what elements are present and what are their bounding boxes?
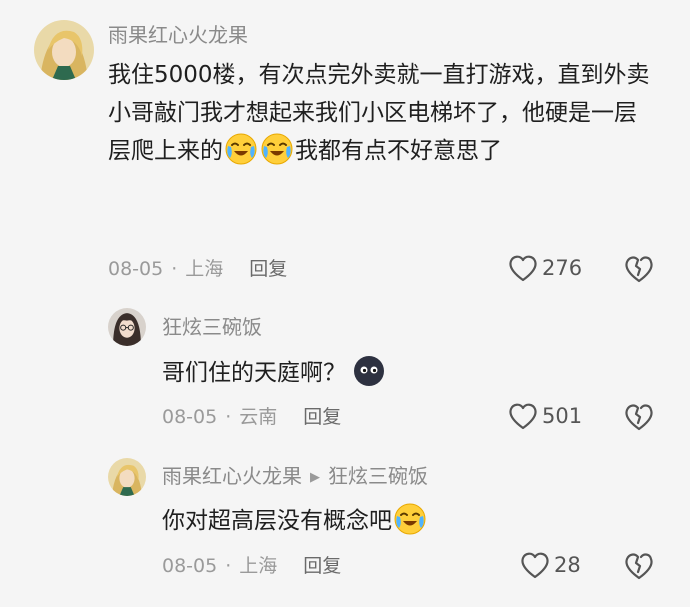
- username[interactable]: 狂炫三碗饭: [162, 314, 262, 340]
- crying-laughing-emoji: [260, 132, 294, 166]
- broken-heart-icon[interactable]: [624, 402, 654, 432]
- reply-target-user[interactable]: 狂炫三碗饭: [328, 464, 428, 488]
- avatar[interactable]: [108, 308, 146, 346]
- like-count: 28: [554, 553, 581, 577]
- username: 雨果红心火龙果 ▶ 狂炫三碗饭: [162, 463, 428, 491]
- reply-button[interactable]: 回复: [303, 404, 341, 430]
- comment-text-tail: 我都有点不好意思了: [295, 138, 502, 164]
- broken-heart-icon[interactable]: [624, 551, 654, 581]
- like-button[interactable]: 28: [520, 551, 581, 579]
- comment-text-main: 哥们住的天庭啊？: [162, 360, 346, 386]
- reply-button[interactable]: 回复: [303, 553, 341, 579]
- like-count: 501: [542, 404, 583, 428]
- broken-heart-icon[interactable]: [624, 254, 654, 284]
- crying-laughing-emoji: [393, 502, 427, 536]
- comment-meta: 08-05 · 上海 回复: [108, 256, 288, 282]
- comment-date: 08-05: [162, 406, 218, 428]
- comment-date: 08-05: [162, 555, 218, 577]
- crying-laughing-emoji: [224, 132, 258, 166]
- avatar[interactable]: [108, 458, 146, 496]
- comment-text: 哥们住的天庭啊？: [162, 354, 642, 392]
- heart-outline-icon: [508, 402, 538, 430]
- comment-meta: 08-05 · 上海 回复: [162, 553, 342, 579]
- comment-text: 你对超高层没有概念吧: [162, 502, 642, 540]
- username[interactable]: 雨果红心火龙果: [108, 22, 248, 48]
- like-button[interactable]: 501: [508, 402, 582, 430]
- comment-text: 我住5000楼，有次点完外卖就一直打游戏，直到外卖小哥敲门我才想起来我们小区电梯…: [108, 56, 656, 170]
- dark-blob-emoji: [352, 354, 386, 388]
- comment-location: 云南: [239, 406, 278, 428]
- comment-text-main: 你对超高层没有概念吧: [162, 508, 392, 534]
- reply-author[interactable]: 雨果红心火龙果: [162, 464, 302, 488]
- comment-date: 08-05: [108, 258, 164, 280]
- comment-location: 上海: [239, 555, 278, 577]
- like-count: 276: [542, 256, 583, 280]
- like-button[interactable]: 276: [508, 254, 582, 282]
- comment-meta: 08-05 · 云南 回复: [162, 404, 342, 430]
- comment-location: 上海: [185, 258, 224, 280]
- heart-outline-icon: [508, 254, 538, 282]
- reply-button[interactable]: 回复: [249, 256, 287, 282]
- heart-outline-icon: [520, 551, 550, 579]
- reply-arrow-icon: ▶: [310, 470, 320, 485]
- avatar[interactable]: [34, 20, 94, 80]
